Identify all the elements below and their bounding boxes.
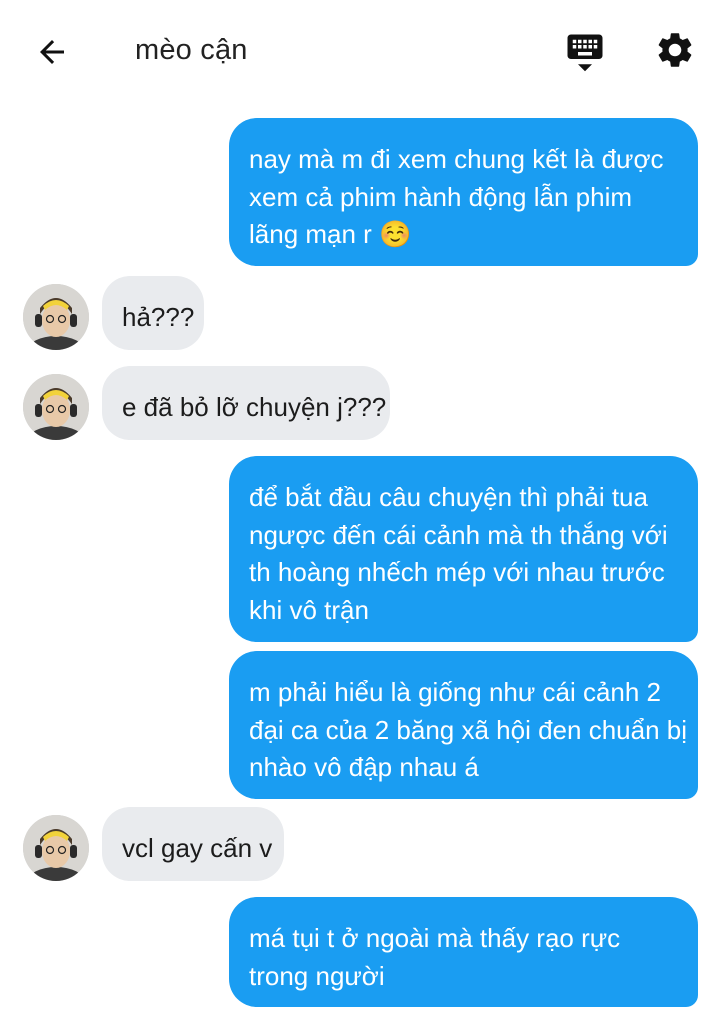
message-line: xem cả phim hành động lẫn phim xyxy=(249,181,633,212)
avatar-image xyxy=(23,815,89,881)
back-button[interactable] xyxy=(28,28,76,76)
message-line: hả??? xyxy=(122,302,195,332)
message-sent[interactable]: để bắt đầu câu chuyện thì phải tua ngược… xyxy=(229,456,698,642)
keyboard-icon xyxy=(567,34,603,72)
settings-button[interactable] xyxy=(652,27,698,73)
arrow-left-icon xyxy=(40,40,64,64)
message-line: má tụi t ở ngoài mà thấy rạo rực xyxy=(249,923,621,953)
chat-screen: mèo cận nay mà m đi xem chung kết là đượ… xyxy=(0,0,720,1016)
message-received[interactable]: vcl gay cấn v xyxy=(102,807,284,881)
message-line: th hoàng nhếch mép với nhau trước xyxy=(249,557,665,587)
avatar-image xyxy=(23,284,89,350)
conversation-title[interactable]: mèo cận xyxy=(135,34,248,67)
message-sent[interactable]: má tụi t ở ngoài mà thấy rạo rực trong n… xyxy=(229,897,698,1007)
message-line: trong người xyxy=(249,960,385,991)
message-line: vcl gay cấn v xyxy=(122,833,273,863)
gear-icon xyxy=(658,33,692,67)
message-line: khi vô trận xyxy=(249,594,369,625)
message-sent[interactable]: m phải hiểu là giống như cái cảnh 2 đại … xyxy=(229,651,698,799)
message-received[interactable]: hả??? xyxy=(102,276,204,350)
message-sent[interactable]: nay mà m đi xem chung kết là được xem cả… xyxy=(229,118,698,266)
message-line: ngược đến cái cảnh mà th thắng với xyxy=(249,519,668,550)
message-line: đại ca của 2 băng xã hội đen chuẩn bị xyxy=(249,714,688,745)
avatar-image xyxy=(23,374,89,440)
message-received[interactable]: e đã bỏ lỡ chuyện j??? xyxy=(102,366,390,440)
message-line: nay mà m đi xem chung kết là được xyxy=(249,144,664,174)
keyboard-button[interactable] xyxy=(562,30,608,74)
contact-avatar[interactable] xyxy=(23,374,89,440)
message-line: lãng mạn r ☺️ xyxy=(249,219,412,249)
message-line: m phải hiểu là giống như cái cảnh 2 xyxy=(249,677,662,707)
message-line: để bắt đầu câu chuyện thì phải tua xyxy=(249,482,648,512)
contact-avatar[interactable] xyxy=(23,815,89,881)
chat-header: mèo cận xyxy=(0,0,720,100)
message-line: e đã bỏ lỡ chuyện j??? xyxy=(122,392,387,422)
message-line: nhào vô đập nhau á xyxy=(249,752,479,782)
contact-avatar[interactable] xyxy=(23,284,89,350)
